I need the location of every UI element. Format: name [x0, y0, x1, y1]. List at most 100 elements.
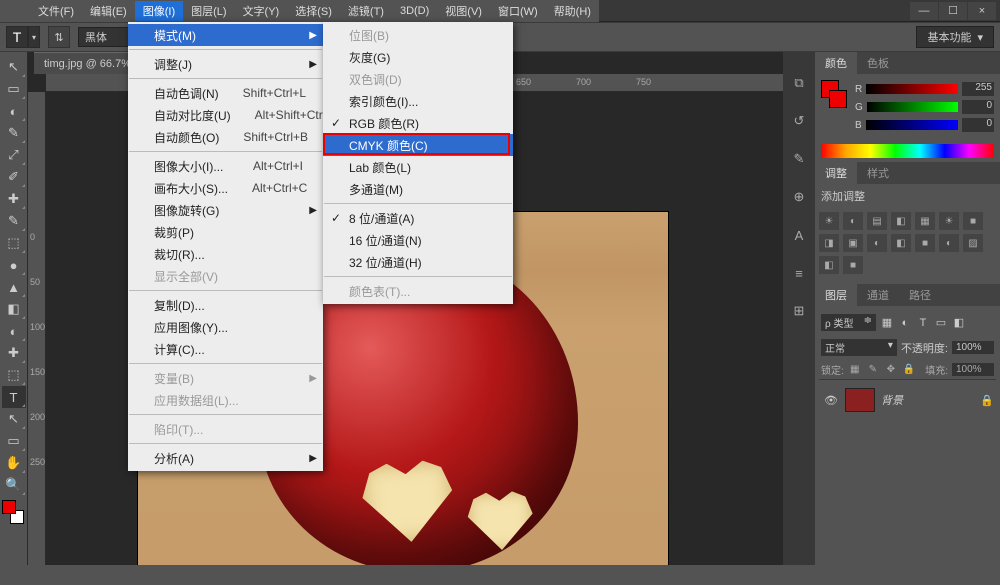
tool-14[interactable]: ⬚: [2, 364, 26, 386]
adjustment-icon-8[interactable]: ▣: [843, 234, 863, 252]
dock-icon-3[interactable]: ⊕: [788, 186, 810, 208]
tool-12[interactable]: ◐: [2, 320, 26, 342]
mode-item-8 位/通道[interactable]: ✓8 位/通道(A): [323, 207, 513, 229]
dock-icon-5[interactable]: ≡: [788, 262, 810, 284]
close-button[interactable]: ×: [968, 2, 996, 20]
tool-0[interactable]: ↖: [2, 56, 26, 78]
menu-item-应用图像[interactable]: 应用图像(Y)...: [128, 316, 323, 338]
adjustment-icon-5[interactable]: ☀: [939, 212, 959, 230]
r-slider[interactable]: [866, 84, 958, 94]
tool-10[interactable]: ▲: [2, 276, 26, 298]
workspace-switcher[interactable]: 基本功能▾: [916, 26, 994, 48]
adjustment-icon-13[interactable]: ▨: [963, 234, 983, 252]
menu-item-图像大小[interactable]: 图像大小(I)...Alt+Ctrl+I: [128, 155, 323, 177]
adjustment-icon-15[interactable]: ■: [843, 256, 863, 274]
menu-帮助[interactable]: 帮助(H): [546, 1, 599, 21]
menu-图像[interactable]: 图像(I): [135, 1, 183, 21]
adjustment-icon-7[interactable]: ◨: [819, 234, 839, 252]
fg-bg-colors[interactable]: [2, 500, 26, 524]
tool-7[interactable]: ✎: [2, 210, 26, 232]
menu-图层[interactable]: 图层(L): [183, 1, 234, 21]
dock-icon-6[interactable]: ⊞: [788, 300, 810, 322]
tool-3[interactable]: ✎: [2, 122, 26, 144]
tool-13[interactable]: ✚: [2, 342, 26, 364]
adjustment-icon-9[interactable]: ◐: [867, 234, 887, 252]
dock-icon-0[interactable]: ⧉: [788, 72, 810, 94]
tool-2[interactable]: ◐: [2, 100, 26, 122]
menu-视图[interactable]: 视图(V): [437, 1, 490, 21]
adjustment-icon-6[interactable]: ■: [963, 212, 983, 230]
adjustment-icon-14[interactable]: ◧: [819, 256, 839, 274]
mode-item-32 位/通道[interactable]: 32 位/通道(H): [323, 251, 513, 273]
adjustment-icon-4[interactable]: ▦: [915, 212, 935, 230]
layer-filter-type[interactable]: ρ 类型≑: [821, 314, 876, 331]
tab-color[interactable]: 颜色: [815, 52, 857, 74]
filter-type-icon[interactable]: T: [916, 316, 930, 330]
menu-滤镜[interactable]: 滤镜(T): [340, 1, 392, 21]
filter-adjust-icon[interactable]: ◐: [898, 316, 912, 330]
mode-item-RGB 颜色[interactable]: ✓RGB 颜色(R): [323, 112, 513, 134]
visibility-toggle-icon[interactable]: 👁: [823, 394, 839, 407]
g-slider[interactable]: [867, 102, 958, 112]
fill-value[interactable]: 100%: [952, 363, 994, 376]
adjustment-icon-2[interactable]: ▤: [867, 212, 887, 230]
filter-pixel-icon[interactable]: ▦: [880, 316, 894, 330]
dock-icon-2[interactable]: ✎: [788, 148, 810, 170]
background-swatch[interactable]: [829, 90, 847, 108]
menu-文件[interactable]: 文件(F): [30, 1, 82, 21]
layer-name[interactable]: 背景: [881, 392, 903, 408]
tool-5[interactable]: ✐: [2, 166, 26, 188]
adjustment-icon-12[interactable]: ◐: [939, 234, 959, 252]
lock-pixels-icon[interactable]: ✎: [866, 363, 880, 377]
tool-17[interactable]: ▭: [2, 430, 26, 452]
tab-channels[interactable]: 通道: [857, 284, 899, 306]
lock-all-icon[interactable]: 🔒: [902, 363, 916, 377]
mode-item-索引颜色[interactable]: 索引颜色(I)...: [323, 90, 513, 112]
mode-item-CMYK 颜色[interactable]: CMYK 颜色(C): [323, 134, 513, 156]
tool-4[interactable]: ⤢: [2, 144, 26, 166]
adjustment-icon-10[interactable]: ◧: [891, 234, 911, 252]
filter-smart-icon[interactable]: ◧: [952, 316, 966, 330]
layer-thumbnail[interactable]: [845, 388, 875, 412]
mode-item-多通道[interactable]: 多通道(M): [323, 178, 513, 200]
menu-item-调整[interactable]: 调整(J)▶: [128, 53, 323, 75]
tool-preset-dropdown-icon[interactable]: ▾: [28, 26, 40, 48]
menu-item-分析[interactable]: 分析(A)▶: [128, 447, 323, 469]
tool-preset-icon[interactable]: T: [6, 26, 28, 48]
mode-item-灰度[interactable]: 灰度(G): [323, 46, 513, 68]
menu-item-自动对比度[interactable]: 自动对比度(U)Alt+Shift+Ctrl+L: [128, 104, 323, 126]
menu-文字[interactable]: 文字(Y): [235, 1, 288, 21]
menu-编辑[interactable]: 编辑(E): [82, 1, 135, 21]
tool-19[interactable]: 🔍: [2, 474, 26, 496]
tab-adjustments[interactable]: 调整: [815, 162, 857, 184]
menu-item-裁切[interactable]: 裁切(R)...: [128, 243, 323, 265]
maximize-button[interactable]: ☐: [939, 2, 967, 20]
menu-item-复制[interactable]: 复制(D)...: [128, 294, 323, 316]
lock-transparency-icon[interactable]: ▦: [848, 363, 862, 377]
menu-选择[interactable]: 选择(S): [287, 1, 340, 21]
tool-1[interactable]: ▭: [2, 78, 26, 100]
b-value[interactable]: 0: [962, 118, 994, 132]
menu-3D[interactable]: 3D(D): [392, 3, 437, 19]
menu-item-模式[interactable]: 模式(M)▶: [128, 24, 323, 46]
blend-mode-dropdown[interactable]: 正常▾: [821, 339, 897, 356]
dock-icon-1[interactable]: ↺: [788, 110, 810, 132]
tool-11[interactable]: ◧: [2, 298, 26, 320]
menu-item-自动色调[interactable]: 自动色调(N)Shift+Ctrl+L: [128, 82, 323, 104]
adjustment-icon-3[interactable]: ◧: [891, 212, 911, 230]
tab-swatches[interactable]: 色板: [857, 52, 899, 74]
menu-item-图像旋转[interactable]: 图像旋转(G)▶: [128, 199, 323, 221]
b-slider[interactable]: [866, 120, 958, 130]
menu-item-裁剪[interactable]: 裁剪(P): [128, 221, 323, 243]
tab-paths[interactable]: 路径: [899, 284, 941, 306]
tool-16[interactable]: ↖: [2, 408, 26, 430]
tool-6[interactable]: ✚: [2, 188, 26, 210]
filter-shape-icon[interactable]: ▭: [934, 316, 948, 330]
tab-styles[interactable]: 样式: [857, 162, 899, 184]
tool-18[interactable]: ✋: [2, 452, 26, 474]
tool-8[interactable]: ⬚: [2, 232, 26, 254]
tab-layers[interactable]: 图层: [815, 284, 857, 306]
opacity-value[interactable]: 100%: [952, 341, 994, 354]
mode-item-Lab 颜色[interactable]: Lab 颜色(L): [323, 156, 513, 178]
tool-15[interactable]: T: [2, 386, 26, 408]
